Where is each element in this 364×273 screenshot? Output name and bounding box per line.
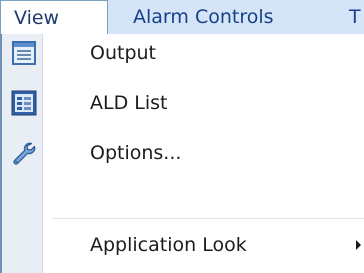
- menu-separator: [52, 218, 364, 219]
- ald-list-icon: [11, 90, 37, 116]
- menu-alarm-controls[interactable]: Alarm Controls: [133, 0, 274, 34]
- menu-item-application-look[interactable]: Application Look: [2, 226, 364, 264]
- menu-truncated[interactable]: T: [349, 0, 361, 34]
- menu-item-ald-list[interactable]: ALD List: [2, 84, 364, 122]
- menu-item-label: Output: [90, 42, 156, 64]
- menu-item-output[interactable]: Output: [2, 34, 364, 72]
- menu-item-options[interactable]: Options...: [2, 134, 364, 172]
- menu-item-label: ALD List: [90, 92, 168, 114]
- menu-item-label: Application Look: [90, 234, 247, 256]
- menu-view[interactable]: View: [0, 0, 108, 36]
- menubar: View Alarm Controls T: [0, 0, 364, 36]
- output-window-icon: [11, 40, 37, 66]
- wrench-icon: [11, 140, 37, 166]
- menu-item-label: Options...: [90, 142, 182, 164]
- submenu-arrow-icon: [356, 240, 361, 250]
- view-menu-dropdown: Output ALD List Options... Application L…: [0, 34, 364, 273]
